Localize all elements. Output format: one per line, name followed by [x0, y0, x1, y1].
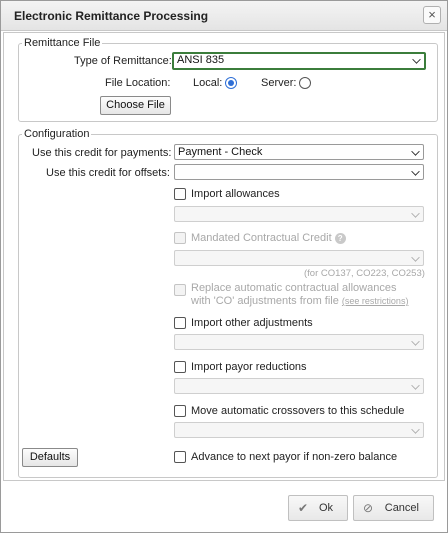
- help-icon[interactable]: ?: [334, 232, 346, 244]
- replace-allowances-line2-row: with 'CO' adjustments from file (see res…: [191, 295, 408, 307]
- local-radio[interactable]: [225, 77, 237, 89]
- replace-allowances-checkbox[interactable]: [174, 284, 186, 296]
- import-payor-label: Import payor reductions: [191, 361, 307, 373]
- advance-payor-checkbox[interactable]: [174, 451, 186, 463]
- chevron-down-icon: [411, 167, 420, 176]
- file-location-label: File Location:: [105, 77, 171, 89]
- chevron-down-icon: [411, 209, 420, 218]
- close-icon: ×: [428, 7, 436, 22]
- payments-credit-label: Use this credit for payments:: [32, 147, 172, 159]
- replace-allowances-line1: Replace automatic contractual allowances: [191, 282, 397, 294]
- remittance-dialog: Electronic Remittance Processing × Remit…: [0, 0, 448, 533]
- dialog-body: Remittance File Type of Remittance: ANSI…: [3, 32, 445, 481]
- cancel-button[interactable]: ⊘ Cancel: [353, 495, 434, 521]
- ok-button[interactable]: ✔ Ok: [288, 495, 348, 521]
- advance-payor-label: Advance to next payor if non-zero balanc…: [191, 451, 398, 463]
- ok-label: Ok: [318, 502, 333, 514]
- type-of-remittance-value: ANSI 835: [177, 54, 225, 66]
- checkmark-icon: ✔: [298, 501, 309, 515]
- move-crossovers-label: Move automatic crossovers to this schedu…: [191, 405, 405, 417]
- chevron-down-icon: [411, 425, 420, 434]
- offsets-credit-select[interactable]: [174, 164, 424, 180]
- move-crossovers-select[interactable]: [174, 422, 424, 438]
- title-bar: Electronic Remittance Processing ×: [1, 1, 447, 31]
- server-radio[interactable]: [299, 77, 311, 89]
- payments-credit-value: Payment - Check: [178, 146, 263, 158]
- remittance-file-legend: Remittance File: [24, 37, 101, 49]
- import-other-checkbox[interactable]: [174, 317, 186, 329]
- payments-credit-select[interactable]: Payment - Check: [174, 144, 424, 160]
- mandated-credit-row: Mandated Contractual Credit?: [191, 232, 346, 244]
- cancel-label: Cancel: [384, 502, 419, 514]
- type-of-remittance-label: Type of Remittance:: [74, 55, 172, 67]
- chevron-down-icon: [411, 381, 420, 390]
- offsets-credit-label: Use this credit for offsets:: [46, 167, 170, 179]
- close-button[interactable]: ×: [423, 6, 441, 24]
- see-restrictions-link[interactable]: (see restrictions): [342, 296, 409, 306]
- import-other-select[interactable]: [174, 334, 424, 350]
- import-other-label: Import other adjustments: [191, 317, 313, 329]
- chevron-down-icon: [411, 337, 420, 346]
- mandated-credit-select[interactable]: [174, 250, 424, 266]
- import-allowances-label: Import allowances: [191, 188, 280, 200]
- move-crossovers-checkbox[interactable]: [174, 405, 186, 417]
- import-allowances-select[interactable]: [174, 206, 424, 222]
- mandated-credit-label: Mandated Contractual Credit: [191, 232, 332, 244]
- mandated-credit-note: (for CO137, CO223, CO253): [304, 268, 425, 279]
- import-payor-select[interactable]: [174, 378, 424, 394]
- defaults-button[interactable]: Defaults: [22, 448, 78, 467]
- server-radio-label: Server:: [261, 77, 297, 89]
- cancel-icon: ⊘: [363, 501, 374, 515]
- mandated-credit-checkbox[interactable]: [174, 232, 186, 244]
- chevron-down-icon: [411, 253, 420, 262]
- type-of-remittance-select[interactable]: ANSI 835: [172, 52, 426, 70]
- choose-file-button[interactable]: Choose File: [100, 96, 171, 115]
- chevron-down-icon: [411, 147, 420, 156]
- dialog-title: Electronic Remittance Processing: [14, 9, 209, 23]
- local-radio-label: Local:: [193, 77, 223, 89]
- chevron-down-icon: [412, 55, 421, 64]
- import-payor-checkbox[interactable]: [174, 361, 186, 373]
- replace-allowances-line2: with 'CO' adjustments from file: [191, 295, 339, 307]
- configuration-legend: Configuration: [24, 128, 90, 140]
- import-allowances-checkbox[interactable]: [174, 188, 186, 200]
